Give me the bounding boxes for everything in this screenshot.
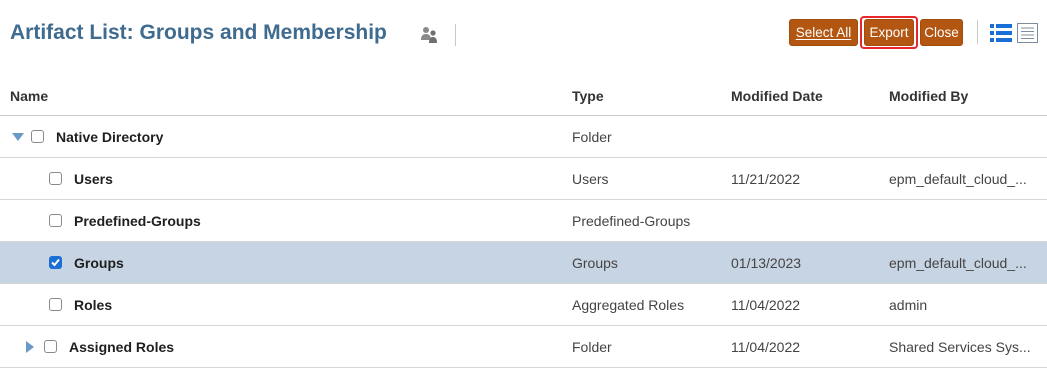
row-type: Aggregated Roles xyxy=(572,296,685,313)
page-header: Artifact List: Groups and Membership Sel… xyxy=(0,0,1047,66)
column-header-modified-date[interactable]: Modified Date xyxy=(731,76,823,115)
list-view-icon[interactable] xyxy=(990,23,1012,43)
close-label: Close xyxy=(924,25,959,40)
row-modified-by: epm_default_cloud_... xyxy=(889,254,1027,271)
checkbox[interactable] xyxy=(44,340,57,353)
checkmark-icon xyxy=(51,258,60,267)
row-name: Assigned Roles xyxy=(69,338,175,355)
table-row[interactable]: Groups Groups 01/13/2023 epm_default_cloud_… xyxy=(0,242,1047,284)
export-label: Export xyxy=(869,25,909,40)
row-modified-by: epm_default_cloud_... xyxy=(889,170,1027,187)
select-all-button[interactable]: Select All xyxy=(789,19,858,46)
row-name: Roles xyxy=(74,296,113,313)
title-divider xyxy=(455,24,456,46)
row-name: Groups xyxy=(74,254,124,271)
artifact-table: Name Type Modified Date Modified By Nati… xyxy=(0,76,1047,368)
row-type: Folder xyxy=(572,338,612,355)
name-cell: Assigned Roles xyxy=(22,326,174,367)
row-modified-date: 11/21/2022 xyxy=(731,170,801,187)
page-title: Artifact List: Groups and Membership xyxy=(10,21,387,44)
checkbox[interactable] xyxy=(49,172,62,185)
close-button[interactable]: Close xyxy=(920,19,963,46)
expand-triangle-right-icon[interactable] xyxy=(22,339,38,355)
name-cell: Users xyxy=(22,158,113,199)
table-row[interactable]: Assigned Roles Folder 11/04/2022 Shared Ser… xyxy=(0,326,1047,368)
row-modified-by: Shared Services Sys... xyxy=(889,338,1031,355)
table-row[interactable]: Roles Aggregated Roles 11/04/2022 admin xyxy=(0,284,1047,326)
column-header-modified-by[interactable]: Modified By xyxy=(889,76,1039,115)
name-cell: Groups xyxy=(22,242,124,283)
row-name: Predefined-Groups xyxy=(74,212,201,229)
column-header-name[interactable]: Name xyxy=(10,76,48,115)
column-header-type[interactable]: Type xyxy=(572,76,604,115)
row-type: Folder xyxy=(572,128,612,145)
table-row[interactable]: Native Directory Folder xyxy=(0,116,1047,158)
row-name: Native Directory xyxy=(56,128,164,145)
table-header-row: Name Type Modified Date Modified By xyxy=(0,76,1047,116)
row-modified-by xyxy=(889,116,1039,157)
name-cell: Native Directory xyxy=(10,116,163,157)
row-type: Users xyxy=(572,170,609,187)
expand-triangle-down-icon[interactable] xyxy=(10,129,26,145)
row-type: Predefined-Groups xyxy=(572,212,691,229)
users-icon xyxy=(421,27,437,43)
table-body: Native Directory Folder Users Users 11/21/20… xyxy=(0,116,1047,368)
checkbox[interactable] xyxy=(49,298,62,311)
select-all-label: Select All xyxy=(795,25,852,40)
row-modified-date: 01/13/2023 xyxy=(731,254,802,271)
table-row[interactable]: Predefined-Groups Predefined-Groups xyxy=(0,200,1047,242)
checkbox-checked[interactable] xyxy=(49,256,62,269)
checkbox[interactable] xyxy=(31,130,44,143)
row-modified-date: 11/04/2022 xyxy=(731,338,801,355)
row-modified-by: admin xyxy=(889,296,928,313)
row-modified-date: 11/04/2022 xyxy=(731,296,801,313)
toolbar-divider xyxy=(977,20,978,44)
row-modified-by xyxy=(889,200,1039,241)
checkbox[interactable] xyxy=(49,214,62,227)
name-cell: Roles xyxy=(22,284,112,325)
export-button[interactable]: Export xyxy=(864,19,914,46)
detail-view-icon[interactable] xyxy=(1017,23,1038,43)
row-type: Groups xyxy=(572,254,618,271)
row-name: Users xyxy=(74,170,113,187)
table-row[interactable]: Users Users 11/21/2022 epm_default_cloud_..… xyxy=(0,158,1047,200)
name-cell: Predefined-Groups xyxy=(22,200,201,241)
